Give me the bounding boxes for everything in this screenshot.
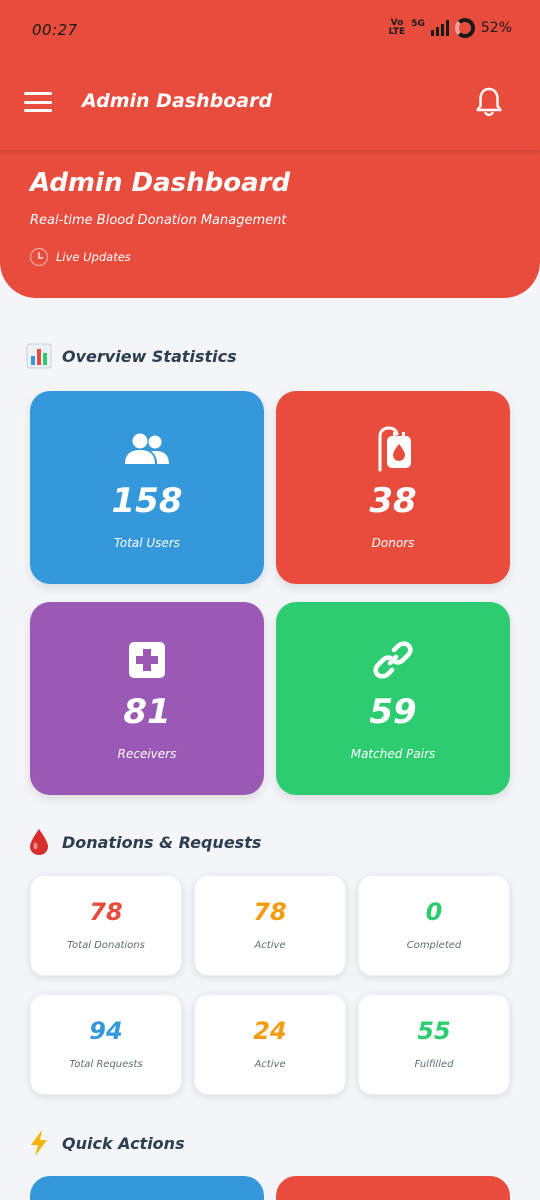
- link-icon: [369, 638, 417, 682]
- clock-icon: [30, 248, 48, 266]
- stat-card-total-users[interactable]: 158 Total Users: [30, 391, 264, 584]
- donations-heading-text: Donations & Requests: [62, 832, 262, 852]
- app-bar: Admin Dashboard: [0, 62, 540, 150]
- lightning-icon: [26, 1130, 52, 1156]
- mini-value: 94: [89, 1017, 123, 1045]
- stat-value: 81: [123, 692, 171, 732]
- status-indicators: Vo LTE 5G 52%: [389, 18, 512, 38]
- stat-card-receivers[interactable]: 81 Receivers: [30, 602, 264, 795]
- mini-card-active-requests[interactable]: 24 Active: [194, 994, 346, 1095]
- stat-label: Matched Pairs: [350, 747, 436, 761]
- overview-heading-text: Overview Statistics: [62, 346, 237, 366]
- mini-label: Active: [254, 940, 286, 951]
- live-updates-label: Live Updates: [56, 250, 131, 264]
- quick-action-card[interactable]: [276, 1176, 510, 1200]
- hamburger-menu-icon[interactable]: [24, 92, 52, 114]
- quick-action-card[interactable]: [30, 1176, 264, 1200]
- blood-drop-icon: [26, 829, 52, 855]
- stat-card-donors[interactable]: 38 Donors: [276, 391, 510, 584]
- battery-level: 52%: [480, 20, 512, 36]
- bell-icon[interactable]: [474, 86, 504, 118]
- stat-label: Receivers: [117, 747, 177, 761]
- overview-section-heading: Overview Statistics: [26, 343, 237, 369]
- blood-bag-icon: [369, 426, 417, 472]
- signal-icon: [430, 20, 449, 36]
- mini-label: Total Requests: [69, 1059, 143, 1070]
- mini-value: 24: [253, 1017, 287, 1045]
- mini-card-total-requests[interactable]: 94 Total Requests: [30, 994, 182, 1095]
- live-updates-indicator: Live Updates: [30, 248, 131, 266]
- hero-subtitle: Real-time Blood Donation Management: [30, 213, 287, 228]
- mini-card-total-donations[interactable]: 78 Total Donations: [30, 875, 182, 976]
- app-bar-title: Admin Dashboard: [82, 90, 273, 112]
- users-icon: [123, 427, 171, 471]
- stat-value: 38: [369, 481, 417, 521]
- mini-card-fulfilled-requests[interactable]: 55 Fulfilled: [358, 994, 510, 1095]
- quick-actions-heading-text: Quick Actions: [62, 1133, 185, 1153]
- stat-value: 59: [369, 692, 417, 732]
- medical-cross-icon: [123, 638, 171, 682]
- status-bar: 00:27 Vo LTE 5G 52%: [0, 0, 540, 62]
- mini-label: Total Donations: [67, 940, 145, 951]
- bar-chart-icon: [26, 343, 52, 369]
- stat-card-matched-pairs[interactable]: 59 Matched Pairs: [276, 602, 510, 795]
- volte-indicator: Vo LTE: [388, 18, 406, 37]
- hero-title: Admin Dashboard: [30, 168, 291, 198]
- quick-actions-section-heading: Quick Actions: [26, 1130, 185, 1156]
- mini-value: 55: [417, 1017, 451, 1045]
- mini-value: 78: [253, 898, 287, 926]
- dashboard-hero: Admin Dashboard Real-time Blood Donation…: [0, 150, 540, 298]
- network-type: 5G: [411, 19, 425, 29]
- status-time: 00:27: [32, 21, 78, 39]
- stat-label: Total Users: [114, 536, 180, 550]
- mini-card-active-donations[interactable]: 78 Active: [194, 875, 346, 976]
- battery-icon: [454, 18, 475, 38]
- mini-value: 78: [89, 898, 123, 926]
- mini-label: Active: [254, 1059, 286, 1070]
- mini-card-completed-donations[interactable]: 0 Completed: [358, 875, 510, 976]
- stat-value: 158: [111, 481, 183, 521]
- stat-label: Donors: [371, 536, 415, 550]
- donations-section-heading: Donations & Requests: [26, 829, 261, 855]
- mini-label: Completed: [406, 940, 462, 951]
- mini-label: Fulfilled: [414, 1059, 454, 1070]
- mini-value: 0: [425, 898, 443, 926]
